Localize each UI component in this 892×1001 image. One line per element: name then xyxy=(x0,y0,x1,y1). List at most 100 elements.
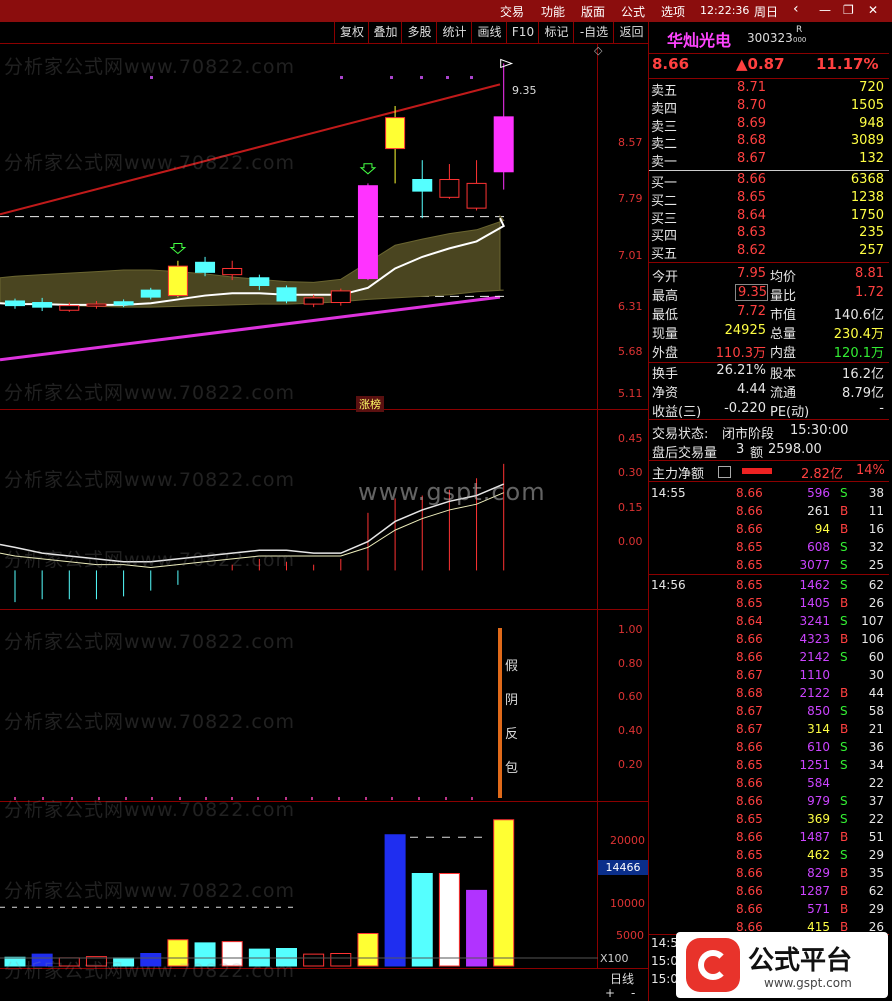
trade-side: S xyxy=(840,704,848,718)
vr-label: 量比 xyxy=(770,289,797,304)
trade-row[interactable]: 8.66 261 B 11 xyxy=(650,503,888,521)
ask-row[interactable]: 卖三 8.69 948 xyxy=(650,116,888,135)
bid-row[interactable]: 买四 8.63 235 xyxy=(650,225,888,245)
trade-row[interactable]: 14:55 8.66 596 S 38 xyxy=(650,485,888,503)
bid-row[interactable]: 买二 8.65 1238 xyxy=(650,190,888,209)
trade-price: 8.65 xyxy=(736,558,763,572)
book-level-label: 买五 xyxy=(651,247,678,263)
period-button[interactable]: 日线 xyxy=(610,970,634,987)
sep xyxy=(649,262,889,263)
trade-volume: 462 xyxy=(807,848,830,862)
book-volume: 257 xyxy=(859,243,884,259)
ask-row[interactable]: 卖四 8.70 1505 xyxy=(650,98,888,117)
trade-row[interactable]: 14:56 8.65 1462 S 62 xyxy=(650,577,888,595)
zoom-in-button[interactable]: + xyxy=(605,986,615,1000)
watermark: 分析家公式网www.70822.com xyxy=(4,880,295,902)
trade-row[interactable]: 8.66 4323 B 106 xyxy=(650,631,888,649)
trade-row[interactable]: 8.67 314 B 21 xyxy=(650,721,888,739)
book-level-label: 卖二 xyxy=(651,137,678,153)
trade-row[interactable]: 8.66 584 22 xyxy=(650,775,888,793)
trade-side: S xyxy=(840,758,848,772)
mainflow-label: 主力净额 xyxy=(652,467,705,482)
trade-row[interactable]: 8.67 850 S 58 xyxy=(650,703,888,721)
trade-volume: 1287 xyxy=(799,884,830,898)
trade-price: 8.66 xyxy=(736,650,763,664)
minimize-icon[interactable]: — xyxy=(819,3,831,17)
trade-price: 8.66 xyxy=(736,776,763,790)
trade-side: S xyxy=(840,558,848,572)
candle-body xyxy=(86,303,107,307)
price-axis-tick: 8.57 xyxy=(618,136,643,149)
trade-time: 14:56 xyxy=(651,578,686,592)
trade-row[interactable]: 8.65 369 S 22 xyxy=(650,811,888,829)
trade-row[interactable]: 8.65 1405 B 26 xyxy=(650,595,888,613)
volume-bar xyxy=(411,873,433,967)
trade-volume: 3241 xyxy=(799,614,830,628)
trade-row[interactable]: 8.66 979 S 37 xyxy=(650,793,888,811)
trade-count: 29 xyxy=(868,848,884,862)
zoom-out-button[interactable]: - xyxy=(631,986,635,1000)
trade-row[interactable]: 8.65 3077 S 25 xyxy=(650,557,888,575)
outer-value: 110.3万 xyxy=(715,346,766,361)
trade-side: S xyxy=(840,812,848,826)
trade-row[interactable]: 8.68 2122 B 44 xyxy=(650,685,888,703)
center-watermark: www.gspt.com xyxy=(358,478,546,506)
volume-bar xyxy=(384,834,406,967)
restore-icon[interactable]: ❐ xyxy=(843,3,854,17)
trade-row[interactable]: 8.66 610 S 36 xyxy=(650,739,888,757)
price-axis-tick: 5.11 xyxy=(618,387,643,400)
bid-row[interactable]: 买三 8.64 1750 xyxy=(650,208,888,227)
indicator2-dot xyxy=(365,797,367,800)
trade-volume: 571 xyxy=(807,902,830,916)
trade-side: B xyxy=(840,722,849,736)
candle-body xyxy=(330,290,351,304)
ask-row[interactable]: 卖二 8.68 3089 xyxy=(650,133,888,153)
trade-count: 51 xyxy=(868,830,884,844)
trade-price: 8.67 xyxy=(736,722,763,736)
low-label: 最低 xyxy=(652,308,679,323)
ask-row[interactable]: 卖五 8.71 720 xyxy=(650,80,888,99)
trade-side: B xyxy=(840,686,849,700)
bid-row[interactable]: 买一 8.66 6368 xyxy=(650,172,888,191)
trade-side: B xyxy=(840,504,849,518)
trade-price: 8.66 xyxy=(736,794,763,808)
book-level-label: 买四 xyxy=(651,229,678,245)
trade-row[interactable]: 8.66 829 B 35 xyxy=(650,865,888,883)
trade-price: 8.65 xyxy=(736,758,763,772)
trade-volume: 3077 xyxy=(799,558,830,572)
trade-row[interactable]: 8.65 462 S 29 xyxy=(650,847,888,865)
trade-volume: 4323 xyxy=(799,632,830,646)
vol-axis-tick: 20000 xyxy=(610,834,645,847)
bid-row[interactable]: 买五 8.62 257 xyxy=(650,243,888,263)
trade-volume: 596 xyxy=(807,486,830,500)
trade-count: 35 xyxy=(868,866,884,880)
trade-price: 8.66 xyxy=(736,902,763,916)
trade-row[interactable]: 8.65 608 S 32 xyxy=(650,539,888,557)
trade-count: 22 xyxy=(868,776,884,790)
ind1-axis-tick: 0.30 xyxy=(618,466,643,479)
after-hours-amt-label: 额 xyxy=(750,446,764,461)
menu-options[interactable]: 选项 xyxy=(661,3,685,20)
high-value: 9.35 xyxy=(735,284,768,301)
list-icon[interactable] xyxy=(718,466,731,478)
close-icon[interactable]: ✕ xyxy=(868,3,878,17)
book-price: 8.68 xyxy=(737,133,766,149)
trade-row[interactable]: 8.66 94 B 16 xyxy=(650,521,888,539)
trade-row[interactable]: 8.66 2142 S 60 xyxy=(650,649,888,667)
trade-row[interactable]: 8.67 1110 30 xyxy=(650,667,888,685)
ind1-axis-tick: 0.15 xyxy=(618,501,643,514)
ind1-axis-tick: 0.45 xyxy=(618,432,643,445)
ask-row[interactable]: 卖一 8.67 132 xyxy=(650,151,888,170)
open-value: 7.95 xyxy=(737,266,766,281)
trade-volume: 1110 xyxy=(799,668,830,682)
trade-side: B xyxy=(840,866,849,880)
trade-row[interactable]: 8.64 3241 S 107 xyxy=(650,613,888,631)
trade-row[interactable]: 8.66 1287 B 62 xyxy=(650,883,888,901)
trade-price: 8.65 xyxy=(736,812,763,826)
back-arrow-icon[interactable]: ‹ xyxy=(793,1,799,17)
trade-row[interactable]: 8.66 571 B 29 xyxy=(650,901,888,919)
watermark: 分析家公式网www.70822.com xyxy=(4,469,295,491)
trade-row[interactable]: 8.65 1251 S 34 xyxy=(650,757,888,775)
trade-row[interactable]: 8.66 1487 B 51 xyxy=(650,829,888,847)
trade-volume: 584 xyxy=(807,776,830,790)
